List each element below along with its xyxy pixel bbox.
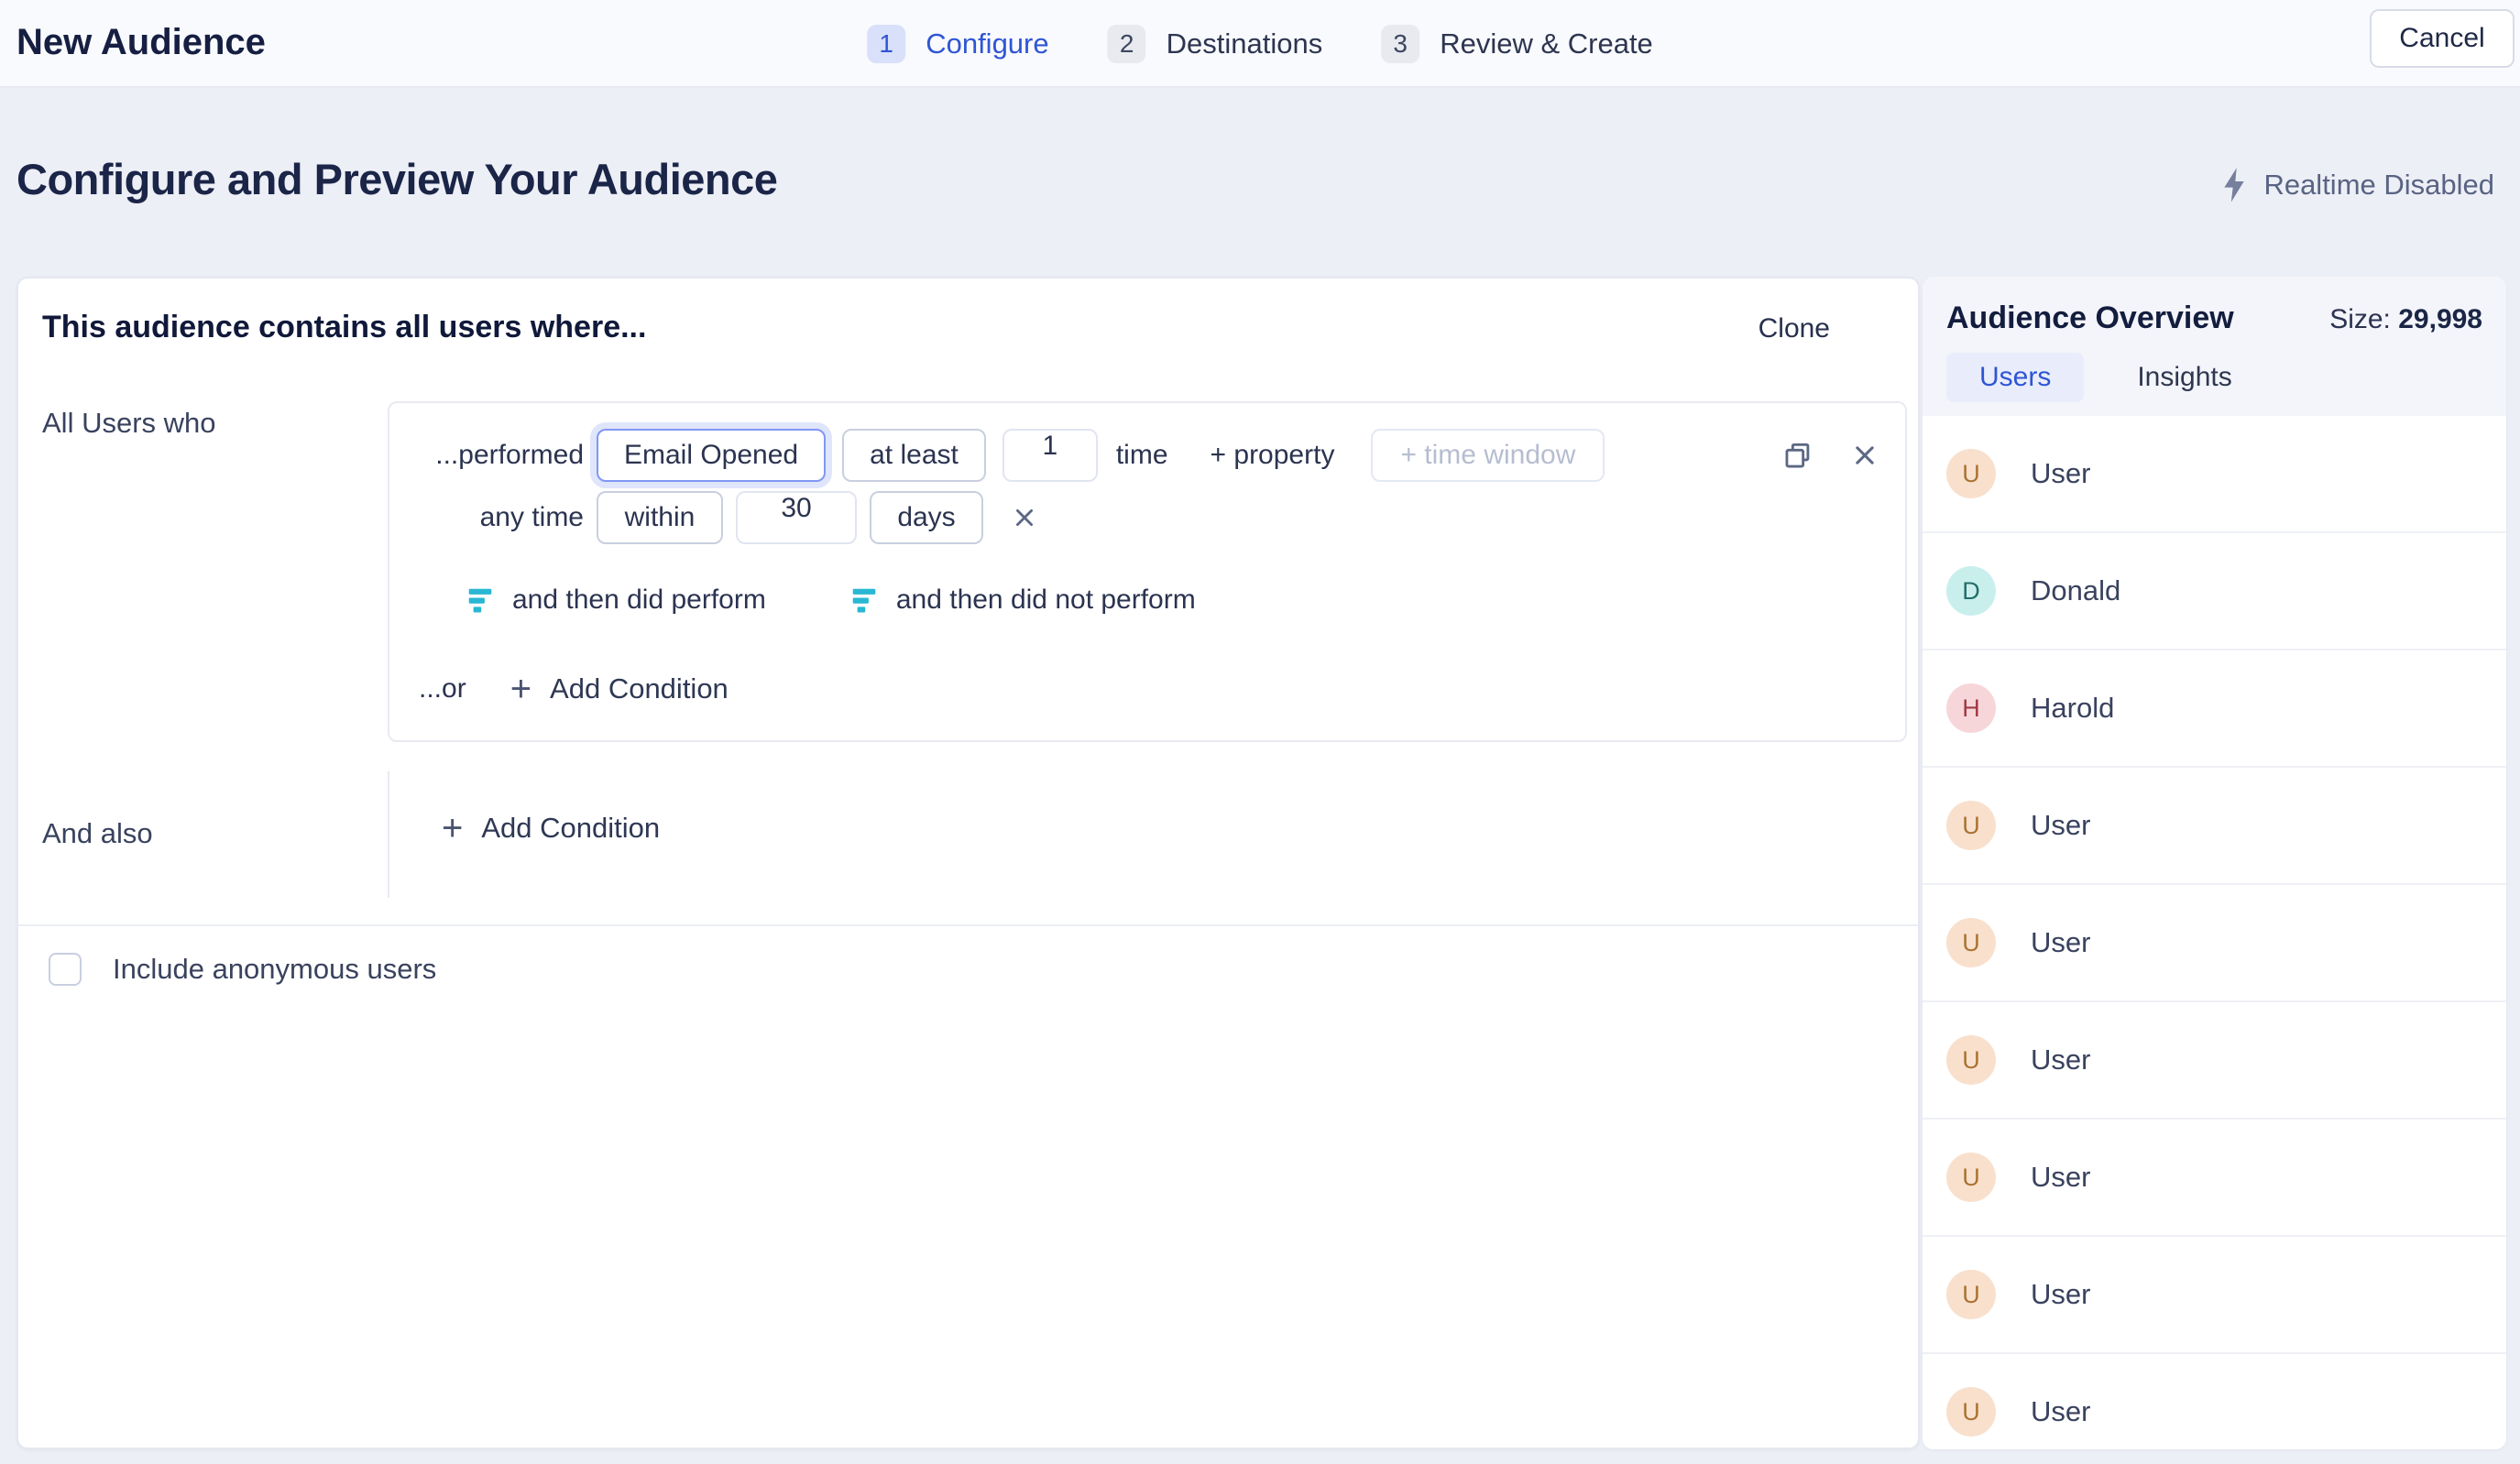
list-item[interactable]: U User [1923,768,2506,885]
condition-row-time-window: any time within 30 days [389,491,1878,544]
funnel-icon [850,585,878,615]
list-item[interactable]: U User [1923,1120,2506,1237]
include-anonymous-label: Include anonymous users [113,953,436,986]
and-then-did-perform-button[interactable]: and then did perform [466,585,766,616]
and-also-add-condition-label: Add Condition [481,812,660,845]
add-property-button[interactable]: + property [1211,440,1335,471]
operator-select[interactable]: at least [842,429,986,482]
copy-icon [1782,440,1813,471]
overview-header: Audience Overview Size: 29,998 Users Ins… [1923,277,2506,416]
sequence-actions-row: and then did perform and then did not pe… [466,585,1196,616]
condition-row-event: ...performed Email Opened at least 1 tim… [389,429,1878,482]
list-item[interactable]: D Donald [1923,533,2506,650]
list-item[interactable]: H Harold [1923,650,2506,768]
audience-size: Size: 29,998 [2329,304,2482,335]
add-condition-label: Add Condition [550,672,729,705]
builder-heading: This audience contains all users where..… [42,310,646,345]
funnel-icon [466,585,494,615]
and-then-did-perform-label: and then did perform [512,585,766,616]
window-unit-select[interactable]: days [870,491,983,544]
step-review-create[interactable]: 3 Review & Create [1381,25,1653,63]
remove-condition-button[interactable] [1852,442,1878,468]
avatar: U [1946,1387,1996,1437]
add-condition-button[interactable]: + Add Condition [510,671,729,707]
user-name: User [2031,1278,2090,1311]
list-item[interactable]: U User [1923,416,2506,533]
and-also-label: And also [42,817,153,850]
or-label: ...or [419,673,466,705]
time-label: time [1116,440,1168,471]
avatar: D [1946,566,1996,616]
realtime-status: Realtime Disabled [2219,167,2494,203]
list-item[interactable]: U User [1923,1237,2506,1354]
step-1-label: Configure [926,27,1048,60]
performed-label: ...performed [389,440,584,471]
remove-time-window-button[interactable] [1013,506,1036,530]
add-time-window-button[interactable]: + time window [1371,429,1605,482]
size-label: Size: [2329,304,2391,334]
lightning-icon [2219,167,2249,203]
clone-button[interactable]: Clone [1759,313,1830,344]
user-name: User [2031,926,2090,959]
list-item[interactable]: U User [1923,885,2506,1002]
size-value: 29,998 [2398,304,2482,334]
include-anonymous-row[interactable]: Include anonymous users [49,953,436,986]
any-time-label: any time [389,502,584,533]
overview-tabs: Users Insights [1946,353,2482,402]
user-name: User [2031,809,2090,842]
stepper: 1 Configure 2 Destinations 3 Review & Cr… [867,0,1653,88]
avatar: U [1946,1270,1996,1319]
window-title: New Audience [16,22,266,63]
condition-group: ...performed Email Opened at least 1 tim… [388,401,1907,742]
plus-icon: + [510,671,531,707]
step-destinations[interactable]: 2 Destinations [1108,25,1323,63]
and-then-did-not-perform-label: and then did not perform [896,585,1196,616]
user-name: User [2031,1395,2090,1428]
and-also-divider [388,771,389,898]
cancel-button[interactable]: Cancel [2370,9,2515,68]
count-input[interactable]: 1 [1003,429,1098,482]
step-configure[interactable]: 1 Configure [867,25,1048,63]
user-name: User [2031,457,2090,490]
step-2-badge: 2 [1108,25,1146,63]
group-label: All Users who [42,407,216,440]
and-then-did-not-perform-button[interactable]: and then did not perform [850,585,1196,616]
avatar: U [1946,1153,1996,1202]
page-title: Configure and Preview Your Audience [16,154,777,204]
realtime-label: Realtime Disabled [2263,169,2494,202]
step-1-badge: 1 [867,25,905,63]
tab-insights[interactable]: Insights [2137,362,2231,393]
event-select[interactable]: Email Opened [597,429,826,482]
user-name: Donald [2031,574,2120,607]
top-bar: New Audience 1 Configure 2 Destinations … [0,0,2520,88]
step-2-label: Destinations [1167,27,1323,60]
user-name: User [2031,1043,2090,1076]
window-operator-select[interactable]: within [597,491,723,544]
include-anonymous-checkbox[interactable] [49,953,82,986]
and-also-add-condition-button[interactable]: + Add Condition [442,810,660,847]
list-item[interactable]: U User [1923,1354,2506,1449]
audience-builder-card: This audience contains all users where..… [16,277,1920,1449]
user-name: Harold [2031,692,2114,725]
avatar: H [1946,683,1996,733]
audience-overview-panel: Audience Overview Size: 29,998 Users Ins… [1923,277,2506,1449]
plus-icon: + [442,810,463,847]
tab-users[interactable]: Users [1946,353,2084,402]
duplicate-condition-button[interactable] [1782,440,1813,471]
section-divider [18,924,1918,926]
window-count-input[interactable]: 30 [736,491,857,544]
avatar: U [1946,801,1996,850]
or-row: ...or + Add Condition [419,671,729,707]
step-3-label: Review & Create [1440,27,1653,60]
close-icon [1013,506,1036,530]
avatar: U [1946,1035,1996,1085]
step-3-badge: 3 [1381,25,1419,63]
overview-title: Audience Overview [1946,300,2234,336]
user-list: U User D Donald H Harold U User U User U… [1923,416,2506,1449]
list-item[interactable]: U User [1923,1002,2506,1120]
avatar: U [1946,449,1996,498]
avatar: U [1946,918,1996,967]
user-name: User [2031,1161,2090,1194]
close-icon [1852,442,1878,468]
